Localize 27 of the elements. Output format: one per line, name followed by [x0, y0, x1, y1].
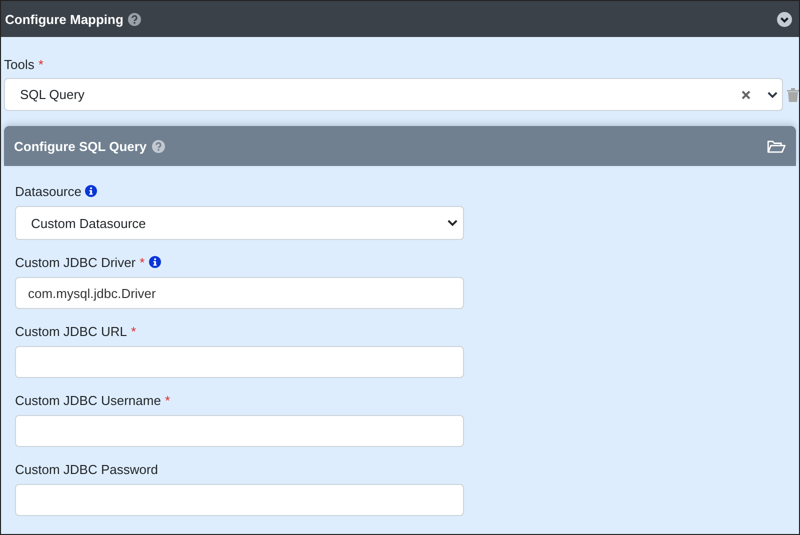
field-label: Custom JDBC Driver: [15, 254, 136, 270]
required-mark: *: [140, 254, 145, 270]
text-field[interactable]: com.mysql.jdbc.Driver: [15, 277, 464, 309]
text-field[interactable]: [15, 346, 464, 378]
required-mark: *: [38, 56, 44, 72]
tools-select[interactable]: SQL Query: [4, 78, 783, 111]
info-icon[interactable]: [85, 185, 98, 197]
clear-icon[interactable]: [741, 90, 751, 100]
help-icon[interactable]: [152, 140, 165, 152]
field-label: Custom JDBC Password: [15, 462, 158, 476]
info-icon[interactable]: [148, 256, 161, 268]
chevron-down-icon[interactable]: [447, 219, 458, 227]
panel-title: Configure SQL Query: [14, 138, 147, 154]
required-mark: *: [130, 324, 136, 338]
collapse-chevron-icon[interactable]: [777, 12, 792, 26]
chevron-down-icon[interactable]: [767, 90, 778, 98]
datasource-select[interactable]: Custom Datasource: [15, 206, 464, 240]
folder-icon[interactable]: [767, 140, 786, 152]
help-icon[interactable]: [128, 12, 142, 26]
field-label: Custom JDBC Username: [15, 392, 161, 408]
field-label: Custom JDBC URL: [15, 324, 127, 338]
required-mark: *: [164, 392, 170, 408]
field-label: Datasource: [15, 184, 82, 198]
section-title: Configure Mapping: [5, 12, 124, 26]
text-field[interactable]: [15, 415, 464, 447]
text-field[interactable]: [15, 484, 464, 516]
field-label: Tools: [4, 56, 34, 72]
